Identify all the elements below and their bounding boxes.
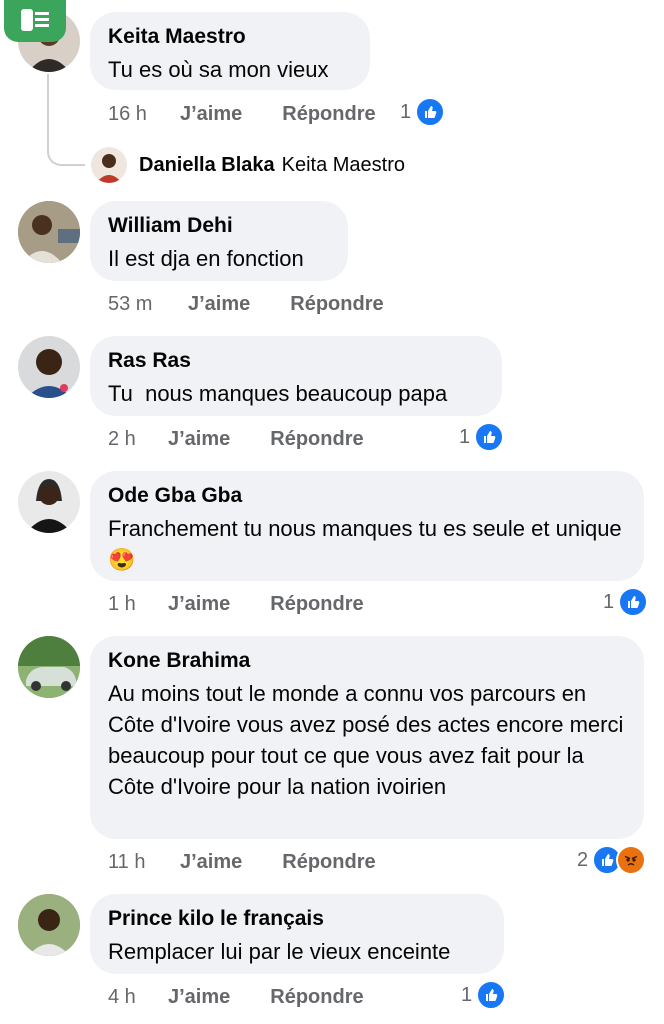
reply-preview[interactable]: Daniella Blaka Keita Maestro (91, 147, 405, 183)
comment-bubble[interactable]: Prince kilo le français Remplacer lui pa… (90, 894, 504, 974)
reaction-summary[interactable]: 1 (461, 980, 507, 1010)
comment-author[interactable]: Ras Ras (108, 348, 484, 374)
like-reaction-icon (476, 980, 507, 1010)
comment-text: Au moins tout le monde a connu vos parco… (108, 681, 624, 799)
avatar[interactable] (18, 336, 80, 398)
comment-author[interactable]: Keita Maestro (108, 24, 352, 50)
reaction-count: 1 (603, 590, 615, 613)
document-icon (4, 0, 66, 42)
reply-button[interactable]: Répondre (282, 851, 375, 874)
reaction-count: 1 (461, 983, 473, 1006)
comment-bubble[interactable]: William Dehi Il est dja en fonction (90, 201, 348, 281)
thread-connector (47, 74, 85, 166)
reaction-summary[interactable]: 1 (459, 422, 505, 452)
reply-to-name[interactable]: Keita Maestro (282, 154, 405, 177)
reaction-count: 2 (577, 848, 589, 871)
reply-button[interactable]: Répondre (282, 103, 375, 126)
like-reaction-icon (415, 97, 446, 127)
comment-time[interactable]: 16 h (108, 103, 180, 126)
reaction-count: 1 (459, 425, 471, 448)
reply-button[interactable]: Répondre (290, 293, 383, 316)
comment-actions: 2 h J’aime Répondre (108, 424, 364, 454)
comment-time[interactable]: 11 h (108, 851, 180, 874)
angry-reaction-icon (616, 845, 647, 875)
comment-time[interactable]: 1 h (108, 593, 168, 616)
like-button[interactable]: J’aime (168, 428, 230, 451)
like-button[interactable]: J’aime (168, 986, 230, 1009)
comment-text: Il est dja en fonction (108, 246, 304, 271)
comment-time[interactable]: 4 h (108, 986, 168, 1009)
comment-author[interactable]: William Dehi (108, 213, 330, 239)
reply-button[interactable]: Répondre (270, 593, 363, 616)
reaction-summary[interactable]: 1 (603, 587, 649, 617)
comment-bubble[interactable]: Ras Ras Tu nous manques beaucoup papa (90, 336, 502, 416)
reaction-count: 1 (400, 100, 412, 123)
comment-actions: 4 h J’aime Répondre (108, 982, 364, 1012)
like-reaction-icon (618, 587, 649, 617)
comment-actions: 16 h J’aime Répondre (108, 99, 376, 129)
reply-button[interactable]: Répondre (270, 986, 363, 1009)
comment-author[interactable]: Ode Gba Gba (108, 483, 626, 509)
avatar[interactable] (18, 471, 80, 533)
comment-bubble[interactable]: Kone Brahima Au moins tout le monde a co… (90, 636, 644, 839)
like-button[interactable]: J’aime (180, 851, 242, 874)
comment-author[interactable]: Prince kilo le français (108, 906, 486, 932)
comment-bubble[interactable]: Ode Gba Gba Franchement tu nous manques … (90, 471, 644, 581)
like-button[interactable]: J’aime (180, 103, 242, 126)
avatar[interactable] (91, 147, 127, 183)
comment-actions: 53 m J’aime Répondre (108, 289, 384, 319)
avatar[interactable] (18, 201, 80, 263)
avatar[interactable] (18, 636, 80, 698)
reply-button[interactable]: Répondre (270, 428, 363, 451)
comment-actions: 1 h J’aime Répondre (108, 589, 364, 619)
reaction-summary[interactable]: 1 (400, 97, 446, 127)
like-button[interactable]: J’aime (168, 593, 230, 616)
comment-text: Remplacer lui par le vieux enceinte (108, 939, 451, 964)
avatar[interactable] (18, 894, 80, 956)
reply-author[interactable]: Daniella Blaka (139, 154, 275, 177)
comment-time[interactable]: 2 h (108, 428, 168, 451)
comment-actions: 11 h J’aime Répondre (108, 847, 376, 877)
comment-text: Tu nous manques beaucoup papa (108, 381, 448, 406)
comment-bubble[interactable]: Keita Maestro Tu es où sa mon vieux (90, 12, 370, 90)
comment-author[interactable]: Kone Brahima (108, 648, 626, 674)
comment-text: Franchement tu nous manques tu es seule … (108, 516, 622, 572)
like-reaction-icon (474, 422, 505, 452)
like-button[interactable]: J’aime (188, 293, 250, 316)
comment-time[interactable]: 53 m (108, 293, 188, 316)
reaction-summary[interactable]: 2 (577, 845, 647, 875)
comment-text: Tu es où sa mon vieux (108, 57, 329, 82)
